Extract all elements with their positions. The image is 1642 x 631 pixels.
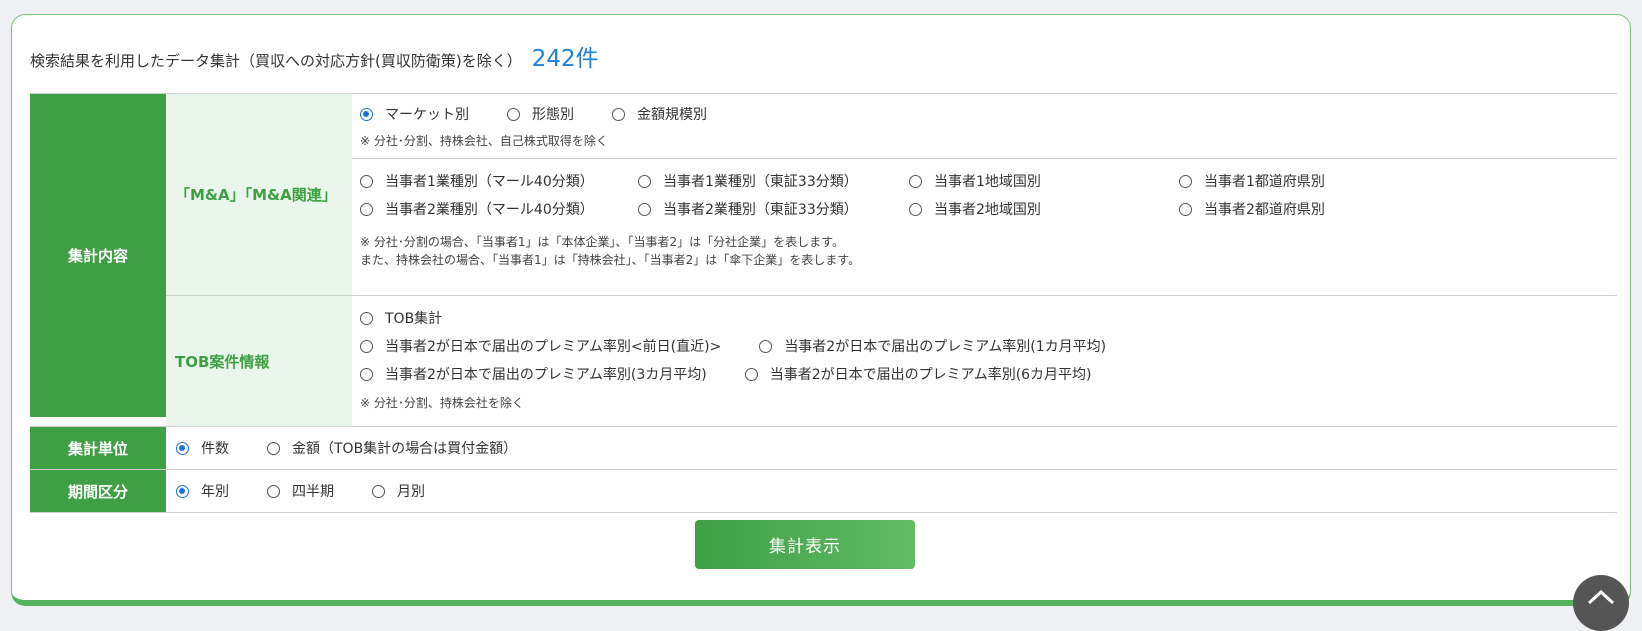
party-group: 当事者1業種別（マール40分類） 当事者1業種別（東証33分類） 当事者1地域国… — [352, 159, 1617, 269]
radio-premium-6m-label: 当事者2が日本で届出のプレミアム率別(6カ月平均) — [769, 367, 1092, 383]
radio-party1-prefecture-label: 当事者1都道府県別 — [1204, 174, 1325, 190]
radio-party1-region-label: 当事者1地域国別 — [934, 174, 1041, 190]
radio-type[interactable]: 形態別 — [507, 104, 574, 124]
aggregate-content-body: 「M&A」「M&A関連」 マーケット別 形態別 金額規模別 ※ 分社･分割、持株… — [166, 94, 1617, 426]
result-count: 242件 — [531, 46, 599, 72]
radio-party1-mar40-label: 当事者1業種別（マール40分類） — [385, 174, 594, 190]
tob-options: TOB集計 当事者2が日本で届出のプレミアム率別<前日(直近)> 当事者2が日本… — [352, 296, 1617, 426]
ma-subrow: 「M&A」「M&A関連」 マーケット別 形態別 金額規模別 ※ 分社･分割、持株… — [166, 94, 1617, 296]
radio-party2-mar40[interactable]: 当事者2業種別（マール40分類） — [360, 199, 638, 219]
radio-unit-amount-dot[interactable] — [267, 441, 280, 455]
radio-party1-region[interactable]: 当事者1地域国別 — [909, 171, 1179, 191]
radio-party1-region-dot[interactable] — [909, 174, 922, 188]
radio-market[interactable]: マーケット別 — [360, 104, 469, 124]
radio-period-month-label: 月別 — [397, 484, 425, 500]
radio-tob-total[interactable]: TOB集計 — [360, 308, 442, 328]
radio-period-year-label: 年別 — [201, 484, 229, 500]
aggregation-panel: 検索結果を利用したデータ集計（買収への対応方針(買収防衛策)を除く） 242件 … — [11, 14, 1631, 606]
market-group: マーケット別 形態別 金額規模別 ※ 分社･分割、持株会社、自己株式取得を除く — [352, 94, 1617, 159]
chevron-up-icon — [1587, 589, 1615, 605]
radio-unit-amount-label: 金額（TOB集計の場合は買付金額） — [292, 441, 518, 457]
radio-period-quarter[interactable]: 四半期 — [267, 481, 334, 501]
radio-period-quarter-dot[interactable] — [267, 484, 280, 498]
radio-unit-count-label: 件数 — [201, 441, 229, 457]
radio-tob-total-dot[interactable] — [360, 311, 373, 325]
radio-party2-region[interactable]: 当事者2地域国別 — [909, 199, 1179, 219]
period-options: 年別 四半期 月別 — [166, 470, 1617, 512]
radio-party2-prefecture[interactable]: 当事者2都道府県別 — [1179, 199, 1325, 219]
radio-period-month[interactable]: 月別 — [372, 481, 425, 501]
radio-party1-prefecture-dot[interactable] — [1179, 174, 1192, 188]
radio-party2-mar40-label: 当事者2業種別（マール40分類） — [385, 202, 594, 218]
aggregate-content-label: 集計内容 — [30, 94, 166, 417]
panel-heading: 検索結果を利用したデータ集計（買収への対応方針(買収防衛策)を除く） 242件 — [30, 39, 599, 73]
radio-premium-prev-day[interactable]: 当事者2が日本で届出のプレミアム率別<前日(直近)> — [360, 336, 721, 356]
radio-party2-tse33-label: 当事者2業種別（東証33分類） — [663, 202, 858, 218]
scroll-to-top-button[interactable] — [1573, 575, 1629, 631]
radio-type-dot[interactable] — [507, 107, 520, 121]
radio-premium-1m-label: 当事者2が日本で届出のプレミアム率別(1カ月平均) — [784, 339, 1107, 355]
tob-subrow: TOB案件情報 TOB集計 当事者2が日本で届出のプレミアム率別<前日(直近)>… — [166, 296, 1617, 426]
panel-title: 検索結果を利用したデータ集計（買収への対応方針(買収防衛策)を除く） — [30, 52, 522, 70]
radio-premium-6m[interactable]: 当事者2が日本で届出のプレミアム率別(6カ月平均) — [744, 364, 1092, 384]
radio-tob-total-label: TOB集計 — [385, 311, 443, 327]
radio-unit-count[interactable]: 件数 — [176, 438, 229, 458]
radio-party1-mar40[interactable]: 当事者1業種別（マール40分類） — [360, 171, 638, 191]
tob-note: ※ 分社･分割、持株会社を除く — [360, 396, 524, 410]
radio-unit-amount[interactable]: 金額（TOB集計の場合は買付金額） — [267, 438, 517, 458]
unit-row: 集計単位 件数 金額（TOB集計の場合は買付金額） — [30, 427, 1617, 470]
unit-options: 件数 金額（TOB集計の場合は買付金額） — [166, 427, 1617, 469]
radio-premium-1m-dot[interactable] — [759, 339, 773, 353]
radio-period-month-dot[interactable] — [372, 484, 385, 498]
aggregation-form: 集計内容 「M&A」「M&A関連」 マーケット別 形態別 金額規模別 ※ 分社･… — [30, 93, 1617, 513]
radio-party1-mar40-dot[interactable] — [360, 174, 373, 188]
radio-party2-mar40-dot[interactable] — [360, 202, 373, 216]
ma-label: 「M&A」「M&A関連」 — [166, 94, 352, 295]
party-note-2: また、持株会社の場合、「当事者1」は「持株会社」、「当事者2」は「傘下企業」を表… — [360, 253, 861, 267]
radio-unit-count-dot[interactable] — [176, 441, 189, 455]
radio-type-label: 形態別 — [532, 107, 574, 123]
radio-party2-region-dot[interactable] — [909, 202, 922, 216]
aggregate-content-row: 集計内容 「M&A」「M&A関連」 マーケット別 形態別 金額規模別 ※ 分社･… — [30, 93, 1617, 427]
radio-premium-3m-label: 当事者2が日本で届出のプレミアム率別(3カ月平均) — [385, 367, 707, 383]
unit-label: 集計単位 — [30, 427, 166, 469]
radio-party1-tse33-dot[interactable] — [638, 174, 651, 188]
radio-amount-scale-label: 金額規模別 — [637, 107, 707, 123]
ma-options: マーケット別 形態別 金額規模別 ※ 分社･分割、持株会社、自己株式取得を除く … — [352, 94, 1617, 295]
radio-party2-region-label: 当事者2地域国別 — [934, 202, 1041, 218]
radio-party2-prefecture-dot[interactable] — [1179, 202, 1192, 216]
period-label: 期間区分 — [30, 470, 166, 512]
radio-party1-prefecture[interactable]: 当事者1都道府県別 — [1179, 171, 1325, 191]
party-note-1: ※ 分社･分割の場合、「当事者1」は「本体企業」、「当事者2」は「分社企業」を表… — [360, 235, 844, 249]
radio-period-year-dot[interactable] — [176, 484, 189, 498]
radio-party1-tse33-label: 当事者1業種別（東証33分類） — [663, 174, 858, 190]
radio-premium-prev-day-label: 当事者2が日本で届出のプレミアム率別<前日(直近)> — [385, 339, 722, 355]
radio-amount-scale-dot[interactable] — [612, 107, 625, 121]
radio-party2-prefecture-label: 当事者2都道府県別 — [1204, 202, 1325, 218]
radio-market-label: マーケット別 — [385, 107, 469, 123]
market-note: ※ 分社･分割、持株会社、自己株式取得を除く — [360, 134, 608, 148]
radio-period-quarter-label: 四半期 — [292, 484, 334, 500]
radio-premium-6m-dot[interactable] — [744, 367, 758, 381]
radio-premium-3m[interactable]: 当事者2が日本で届出のプレミアム率別(3カ月平均) — [360, 364, 707, 384]
tob-label: TOB案件情報 — [166, 296, 352, 426]
radio-party2-tse33-dot[interactable] — [638, 202, 651, 216]
radio-party2-tse33[interactable]: 当事者2業種別（東証33分類） — [638, 199, 909, 219]
radio-amount-scale[interactable]: 金額規模別 — [612, 104, 707, 124]
radio-premium-1m[interactable]: 当事者2が日本で届出のプレミアム率別(1カ月平均) — [759, 336, 1106, 356]
radio-premium-3m-dot[interactable] — [360, 367, 373, 381]
radio-market-dot[interactable] — [360, 107, 373, 121]
period-row: 期間区分 年別 四半期 月別 — [30, 470, 1617, 513]
radio-party1-tse33[interactable]: 当事者1業種別（東証33分類） — [638, 171, 909, 191]
show-aggregation-button[interactable]: 集計表示 — [695, 520, 915, 569]
radio-premium-prev-day-dot[interactable] — [360, 339, 373, 353]
radio-period-year[interactable]: 年別 — [176, 481, 229, 501]
